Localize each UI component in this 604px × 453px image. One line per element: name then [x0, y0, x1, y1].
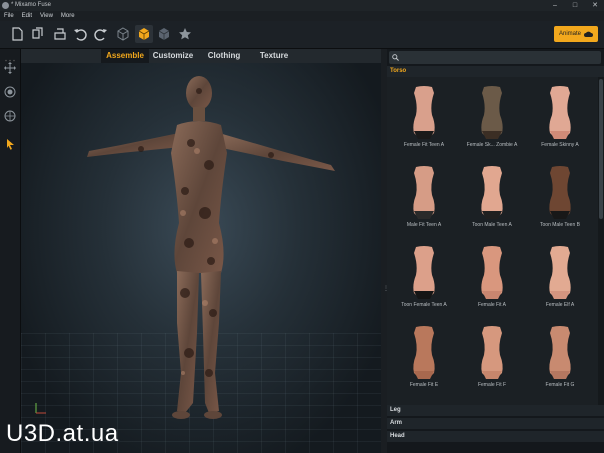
redo-icon[interactable]	[92, 25, 110, 43]
category-arm[interactable]: Arm	[387, 418, 604, 429]
tab-clothing[interactable]: Clothing	[201, 49, 247, 63]
search-icon	[392, 54, 399, 61]
cloud-upload-icon	[584, 31, 593, 37]
torso-thumbnail	[549, 326, 571, 379]
textured-cube-icon[interactable]	[155, 25, 173, 43]
animate-button[interactable]: Animate	[554, 26, 598, 42]
category-torso-label: Torso	[390, 68, 407, 74]
save-icon[interactable]	[51, 25, 69, 43]
torso-thumbnail	[413, 86, 435, 139]
torso-gallery: Female Fit Teen A Female Sk... Zombie A Fe…	[387, 77, 598, 405]
wireframe-cube-icon[interactable]	[114, 25, 132, 43]
torso-item-label: Female Fit F	[477, 382, 507, 388]
gallery-scrollbar[interactable]	[598, 77, 604, 405]
torso-thumbnail	[549, 86, 571, 139]
torso-item[interactable]: Female Fit F	[459, 321, 525, 397]
torso-thumbnail	[481, 326, 503, 379]
torso-item-label: Toon Male Teen B	[540, 222, 580, 228]
watermark-text: U3D.at.ua	[6, 420, 119, 447]
search-box	[389, 51, 601, 64]
tab-assemble[interactable]: Assemble	[101, 49, 149, 63]
close-button[interactable]: ✕	[588, 0, 602, 11]
left-tool-strip	[0, 49, 21, 453]
torso-item[interactable]: Female Fit Teen A	[391, 81, 457, 157]
torso-thumbnail	[549, 166, 571, 219]
torso-item-label: Female Elf A	[545, 302, 575, 308]
select-cursor-icon[interactable]	[3, 137, 17, 151]
category-head-label: Head	[390, 433, 405, 439]
undo-icon[interactable]	[71, 25, 89, 43]
menu-more[interactable]: More	[57, 11, 79, 21]
torso-item[interactable]: Toon Male Teen B	[527, 161, 593, 237]
menu-bar: File Edit View More	[0, 11, 604, 21]
torso-item[interactable]: Toon Female Teen A	[391, 241, 457, 317]
torso-item-label: Female Fit E	[409, 382, 439, 388]
torso-item-label: Toon Male Teen A	[472, 222, 512, 228]
torso-item-label: Toon Female Teen A	[401, 302, 447, 308]
torso-thumbnail	[413, 166, 435, 219]
3d-viewport[interactable]	[21, 63, 381, 453]
torso-item[interactable]: Female Fit E	[391, 321, 457, 397]
window-title: * Mixamo Fuse	[11, 2, 52, 8]
parts-library-panel: Torso Female Fit Teen A Female Sk... Zomb…	[387, 49, 604, 453]
scrollbar-thumb[interactable]	[599, 79, 603, 219]
category-leg[interactable]: Leg	[387, 405, 604, 416]
category-leg-label: Leg	[390, 407, 401, 413]
torso-thumbnail	[481, 86, 503, 139]
torso-thumbnail	[413, 246, 435, 299]
torso-item[interactable]: Female Sk... Zombie A	[459, 81, 525, 157]
torso-thumbnail	[413, 326, 435, 379]
category-arm-label: Arm	[390, 420, 403, 426]
torso-item-label: Female Fit A	[477, 302, 507, 308]
torso-thumbnail	[481, 166, 503, 219]
tab-customize[interactable]: Customize	[149, 49, 197, 63]
star-icon[interactable]	[176, 25, 194, 43]
torso-item-label: Female Skinny A	[541, 142, 579, 148]
app-icon	[2, 2, 9, 9]
menu-view[interactable]: View	[36, 11, 57, 21]
minimize-button[interactable]: –	[548, 0, 562, 11]
solid-cube-icon[interactable]	[135, 25, 153, 43]
torso-thumbnail	[481, 246, 503, 299]
torso-item[interactable]: Female Skinny A	[527, 81, 593, 157]
maximize-button[interactable]: □	[568, 0, 582, 11]
torso-thumbnail	[549, 246, 571, 299]
torso-item-label: Female Fit G	[545, 382, 575, 388]
search-input[interactable]	[402, 52, 597, 62]
menu-edit[interactable]: Edit	[18, 11, 36, 21]
torso-item-label: Female Sk... Zombie A	[466, 142, 518, 148]
animate-label: Animate	[558, 31, 581, 37]
menu-file[interactable]: File	[0, 11, 18, 21]
zoom-target-icon[interactable]	[3, 109, 17, 123]
torso-item[interactable]: Female Fit G	[527, 321, 593, 397]
torso-item-label: Male Fit Teen A	[406, 222, 442, 228]
orbit-icon[interactable]	[3, 85, 17, 99]
open-files-icon[interactable]	[29, 25, 47, 43]
torso-item-label: Female Fit Teen A	[403, 142, 445, 148]
torso-item[interactable]: Female Fit A	[459, 241, 525, 317]
torso-item[interactable]: Male Fit Teen A	[391, 161, 457, 237]
character-model	[87, 76, 335, 419]
mode-tab-bar: Assemble Customize Clothing Texture	[21, 49, 381, 63]
torso-item[interactable]: Female Elf A	[527, 241, 593, 317]
torso-item[interactable]: Toon Male Teen A	[459, 161, 525, 237]
move-arrows-icon[interactable]	[3, 61, 17, 75]
tab-texture[interactable]: Texture	[251, 49, 297, 63]
window-controls: – □ ✕	[548, 0, 602, 11]
category-head[interactable]: Head	[387, 431, 604, 442]
toolbar: Animate	[0, 21, 604, 49]
category-torso[interactable]: Torso	[387, 66, 604, 77]
new-file-icon[interactable]	[8, 25, 26, 43]
axis-gizmo-icon	[35, 403, 46, 414]
